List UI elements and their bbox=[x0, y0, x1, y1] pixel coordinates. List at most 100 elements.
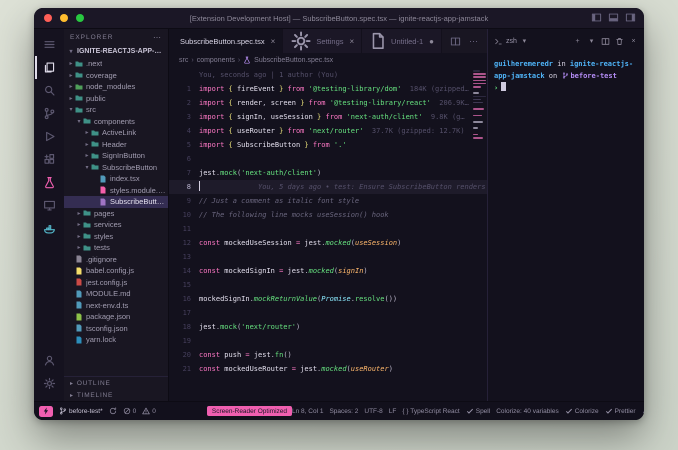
status-prettier[interactable]: Prettier bbox=[605, 407, 636, 415]
tree-item-index-tsx[interactable]: index.tsx bbox=[64, 173, 168, 185]
code-line-5[interactable]: 5import { SubscribeButton } from '.' bbox=[169, 138, 487, 152]
line-number[interactable]: 16 bbox=[169, 292, 199, 306]
tree-item-node-modules[interactable]: ▸node_modules bbox=[64, 81, 168, 93]
line-number[interactable]: 6 bbox=[169, 152, 199, 166]
trash-icon[interactable] bbox=[615, 37, 624, 46]
close-icon[interactable]: × bbox=[629, 37, 638, 46]
tree-item-activelink[interactable]: ▸ActiveLink bbox=[64, 127, 168, 139]
tree-item-next-env-d-ts[interactable]: next-env.d.ts bbox=[64, 300, 168, 312]
code-line-12[interactable]: 12const mockedUseSession = jest.mocked(u… bbox=[169, 236, 487, 250]
tree-item-coverage[interactable]: ▸coverage bbox=[64, 70, 168, 82]
code-line-9[interactable]: 9// Just a comment as italic font style bbox=[169, 194, 487, 208]
close-tab-icon[interactable]: × bbox=[271, 37, 276, 46]
terminal-shell-label[interactable]: zsh bbox=[506, 38, 517, 45]
breadcrumb-item-subscribebutton-spec-tsx[interactable]: SubscribeButton.spec.tsx bbox=[254, 57, 333, 64]
minimap[interactable] bbox=[473, 70, 486, 140]
line-number[interactable]: 7 bbox=[169, 166, 199, 180]
breadcrumb-item-components[interactable]: components bbox=[197, 57, 235, 64]
activity-extensions-button[interactable] bbox=[35, 148, 63, 171]
code-line-15[interactable]: 15 bbox=[169, 278, 487, 292]
layout-sidebar-icon[interactable] bbox=[591, 12, 602, 23]
tree-item-src[interactable]: ▾src bbox=[64, 104, 168, 116]
line-number[interactable]: 13 bbox=[169, 250, 199, 264]
tree-item-subscribebutton[interactable]: ▾SubscribeButton bbox=[64, 162, 168, 174]
activity-remote-button[interactable] bbox=[35, 194, 63, 217]
status-warning-count[interactable]: 0 bbox=[142, 407, 156, 415]
line-number[interactable]: 3 bbox=[169, 110, 199, 124]
activity-files-button[interactable] bbox=[35, 56, 63, 79]
close-tab-icon[interactable]: × bbox=[350, 37, 355, 46]
line-number[interactable]: 2 bbox=[169, 96, 199, 110]
line-number[interactable]: 9 bbox=[169, 194, 199, 208]
activity-testing-button[interactable] bbox=[35, 171, 63, 194]
line-number[interactable]: 5 bbox=[169, 138, 199, 152]
code-line-17[interactable]: 17 bbox=[169, 306, 487, 320]
tree-item-styles-module-scss[interactable]: styles.module.scss bbox=[64, 185, 168, 197]
tree-item-tsconfig-json[interactable]: tsconfig.json bbox=[64, 323, 168, 335]
activity-docker-button[interactable] bbox=[35, 217, 63, 240]
line-number[interactable]: 20 bbox=[169, 348, 199, 362]
tree-item-module-md[interactable]: MODULE.md bbox=[64, 288, 168, 300]
code-line-11[interactable]: 11 bbox=[169, 222, 487, 236]
code-line-4[interactable]: 4import { useRouter } from 'next/router'… bbox=[169, 124, 487, 138]
line-number[interactable]: 12 bbox=[169, 236, 199, 250]
code-line-10[interactable]: 10// The following line mocks useSession… bbox=[169, 208, 487, 222]
status-cursor-position[interactable]: Ln 8, Col 1 bbox=[292, 408, 323, 415]
line-number[interactable]: 14 bbox=[169, 264, 199, 278]
line-number[interactable] bbox=[169, 68, 199, 82]
line-number[interactable]: 11 bbox=[169, 222, 199, 236]
line-number[interactable]: 4 bbox=[169, 124, 199, 138]
line-number[interactable]: 15 bbox=[169, 278, 199, 292]
status-screen-reader-mode[interactable]: Screen-Reader Optimized bbox=[207, 406, 292, 416]
plus-icon[interactable]: + bbox=[573, 37, 582, 46]
status-error-count[interactable]: 0 bbox=[123, 407, 137, 415]
activity-debug-button[interactable] bbox=[35, 125, 63, 148]
breadcrumb-item-src[interactable]: src bbox=[179, 57, 188, 64]
split-editor-icon[interactable] bbox=[450, 36, 461, 47]
status-notifications[interactable] bbox=[642, 407, 644, 415]
modified-dot-icon[interactable]: ● bbox=[429, 37, 434, 46]
chevron-down-icon[interactable]: ▾ bbox=[520, 37, 529, 46]
line-number[interactable]: 19 bbox=[169, 334, 199, 348]
layout-secondary-icon[interactable] bbox=[625, 12, 636, 23]
code-line-20[interactable]: 20const push = jest.fn() bbox=[169, 348, 487, 362]
line-number[interactable]: 18 bbox=[169, 320, 199, 334]
status-language-mode[interactable]: { } TypeScript React bbox=[402, 408, 459, 415]
code-line-2[interactable]: 2import { render, screen } from '@testin… bbox=[169, 96, 487, 110]
activity-settings-gear-button[interactable] bbox=[35, 372, 63, 395]
code-line-8[interactable]: 8 You, 5 days ago • test: Ensure Subscri… bbox=[169, 180, 487, 194]
tab-settings[interactable]: Settings× bbox=[283, 29, 362, 53]
tree-item-yarn-lock[interactable]: yarn.lock bbox=[64, 334, 168, 346]
status-spell-checker[interactable]: Spell bbox=[466, 407, 490, 415]
code-line-6[interactable]: 6 bbox=[169, 152, 487, 166]
status-colorize-count[interactable]: Colorize: 40 variables bbox=[496, 408, 559, 415]
tree-item-services[interactable]: ▸services bbox=[64, 219, 168, 231]
code-line-14[interactable]: 14const mockedSignIn = jest.mocked(signI… bbox=[169, 264, 487, 278]
more-actions-icon[interactable]: ⋯ bbox=[153, 33, 162, 42]
status-indentation[interactable]: Spaces: 2 bbox=[329, 408, 358, 415]
layout-panel-icon[interactable] bbox=[608, 12, 619, 23]
tree-item-styles[interactable]: ▸styles bbox=[64, 231, 168, 243]
tab-untitled-1[interactable]: Untitled-1● bbox=[362, 29, 442, 53]
section-timeline[interactable]: ▸TIMELINE bbox=[64, 389, 168, 401]
chevron-down-icon[interactable]: ▾ bbox=[587, 37, 596, 46]
more-icon[interactable]: ⋯ bbox=[468, 36, 479, 47]
tree-item-package-json[interactable]: package.json bbox=[64, 311, 168, 323]
tree-item-components[interactable]: ▾components bbox=[64, 116, 168, 128]
code-line-21[interactable]: 21const mockedUseRouter = jest.mocked(us… bbox=[169, 362, 487, 376]
line-number[interactable]: 17 bbox=[169, 306, 199, 320]
tree-item-next[interactable]: ▸.next bbox=[64, 58, 168, 70]
code-line-7[interactable]: 7jest.mock('next-auth/client') bbox=[169, 166, 487, 180]
split-icon[interactable] bbox=[601, 37, 610, 46]
line-number[interactable]: 10 bbox=[169, 208, 199, 222]
tree-item-subscribebutton-spec-tsx[interactable]: SubscribeButton.spec.tsx bbox=[64, 196, 168, 208]
code-line-3[interactable]: 3import { signIn, useSession } from 'nex… bbox=[169, 110, 487, 124]
tree-item-gitignore[interactable]: .gitignore bbox=[64, 254, 168, 266]
code-line-19[interactable]: 19 bbox=[169, 334, 487, 348]
status-eol[interactable]: LF bbox=[389, 408, 397, 415]
line-number[interactable]: 21 bbox=[169, 362, 199, 376]
project-root-row[interactable]: ▾ IGNITE-REACTJS-APP-JAMSTACK bbox=[64, 45, 168, 58]
status-colorize[interactable]: Colorize bbox=[565, 407, 599, 415]
tree-item-signinbutton[interactable]: ▸SignInButton bbox=[64, 150, 168, 162]
tab-subscribebutton-spec-tsx[interactable]: SubscribeButton.spec.tsx× bbox=[169, 29, 283, 53]
